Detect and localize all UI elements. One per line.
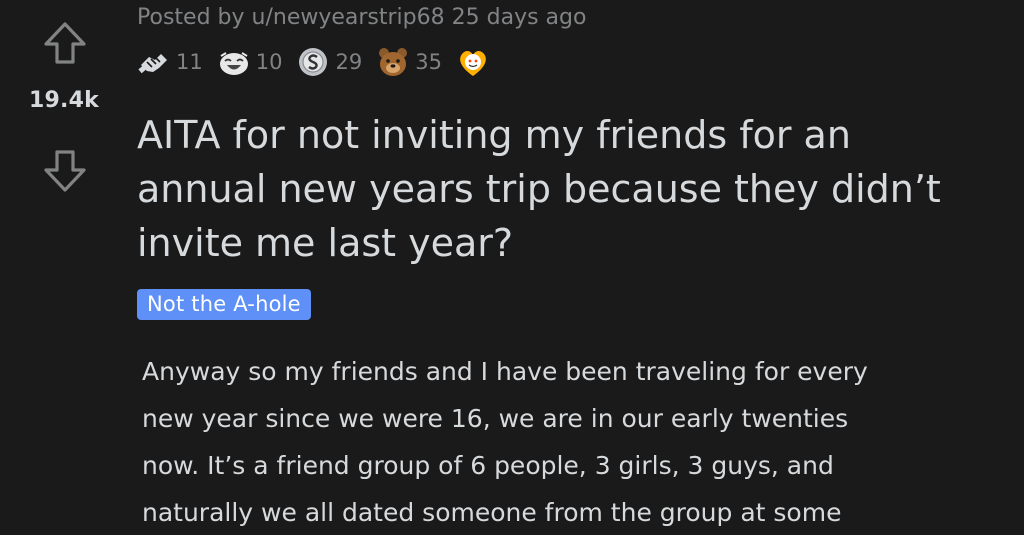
post-body-line: now. It’s a friend group of 6 people, 3 … xyxy=(142,451,834,480)
post-title-line: annual new years trip because they didn’… xyxy=(137,167,941,211)
handshake-award-icon xyxy=(137,45,171,79)
award-count: 11 xyxy=(176,50,203,74)
awards-bar[interactable]: 11 10 29 35 xyxy=(137,45,503,79)
post-title[interactable]: AITA for not inviting my friends for an … xyxy=(137,108,1012,270)
award-silver[interactable]: 29 xyxy=(296,45,362,79)
award-count: 29 xyxy=(335,50,363,74)
bear-award-icon xyxy=(376,45,410,79)
laughing-award-icon xyxy=(217,45,251,79)
posted-by-prefix: Posted by xyxy=(137,5,245,30)
downvote-button[interactable] xyxy=(41,147,89,195)
post-title-line: AITA for not inviting my friends for an xyxy=(137,113,851,157)
post-title-line: invite me last year? xyxy=(137,221,514,265)
post-body-line: Anyway so my friends and I have been tra… xyxy=(142,357,868,386)
award-laughing[interactable]: 10 xyxy=(217,45,283,79)
upvote-button[interactable] xyxy=(41,19,89,67)
upvote-arrow-icon xyxy=(44,22,86,64)
post-meta: Posted by u/newyearstrip68 25 days ago xyxy=(137,5,586,30)
post-age: 25 days ago xyxy=(451,5,587,30)
wholesome-award-icon xyxy=(456,45,490,79)
award-bear[interactable]: 35 xyxy=(376,45,442,79)
reddit-post: 19.4k Posted by u/newyearstrip68 25 days… xyxy=(0,0,1024,535)
post-body: Anyway so my friends and I have been tra… xyxy=(142,348,1012,535)
award-handshake[interactable]: 11 xyxy=(137,45,203,79)
downvote-arrow-icon xyxy=(44,150,86,192)
post-flair[interactable]: Not the A-hole xyxy=(137,289,311,320)
award-wholesome[interactable] xyxy=(456,45,495,79)
vote-column: 19.4k xyxy=(0,0,128,535)
post-body-line: new year since we were 16, we are in our… xyxy=(142,404,849,433)
post-body-line: naturally we all dated someone from the … xyxy=(142,498,842,527)
award-count: 10 xyxy=(255,50,283,74)
silver-coin-award-icon xyxy=(296,45,330,79)
author-link[interactable]: u/newyearstrip68 xyxy=(252,5,445,30)
award-count: 35 xyxy=(415,50,442,74)
vote-score: 19.4k xyxy=(29,88,99,113)
